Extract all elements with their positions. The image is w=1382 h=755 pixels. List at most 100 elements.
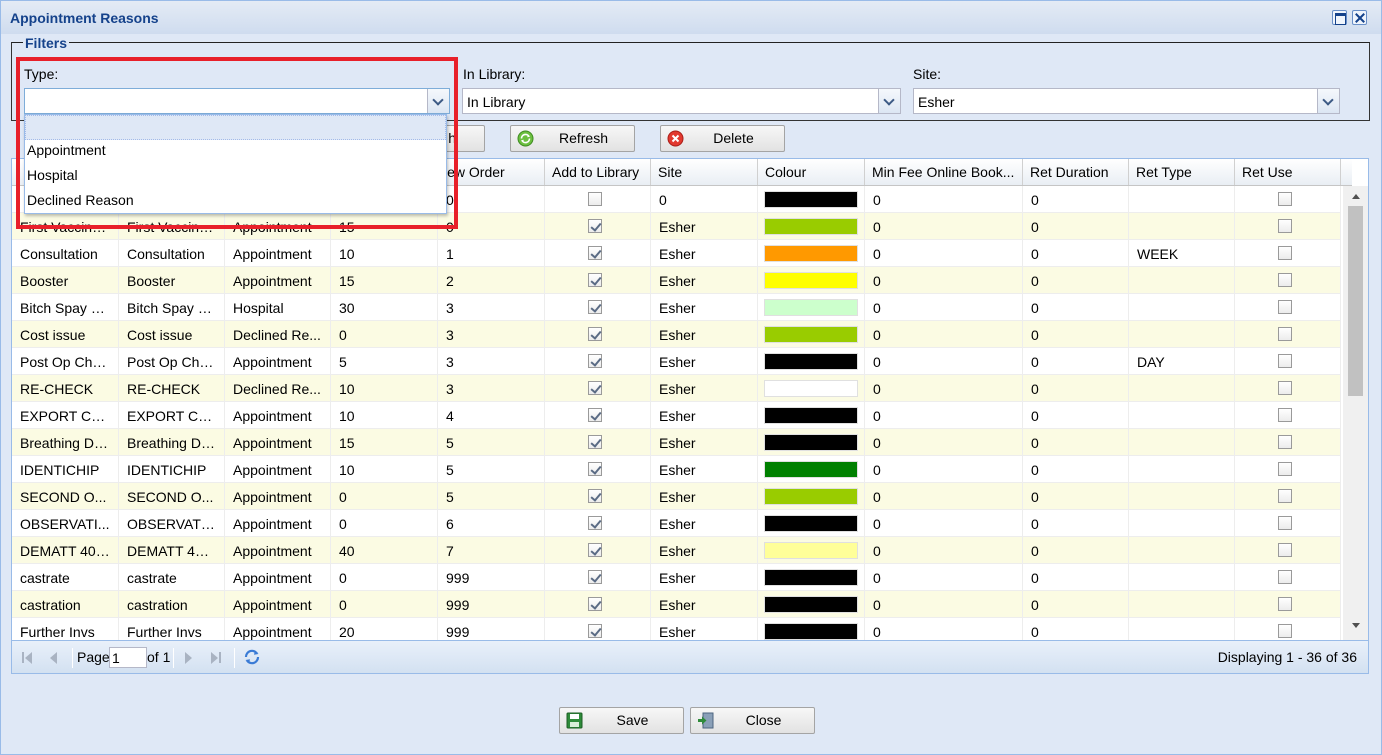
add-to-library-checkbox[interactable] xyxy=(588,246,602,260)
add-to-library-checkbox[interactable] xyxy=(588,219,602,233)
cell-type: Appointment xyxy=(225,240,331,267)
prev-page-icon[interactable] xyxy=(47,651,61,665)
ret-use-checkbox[interactable] xyxy=(1278,624,1292,638)
cell-name: Post Op Check xyxy=(12,348,119,375)
chevron-down-icon[interactable] xyxy=(1317,89,1339,113)
cell-lib xyxy=(545,483,651,510)
cell-minfee: 0 xyxy=(865,240,1023,267)
col-header-min-fee[interactable]: Min Fee Online Book... xyxy=(865,159,1023,185)
reload-icon[interactable] xyxy=(243,648,261,666)
add-to-library-checkbox[interactable] xyxy=(588,462,602,476)
table-row[interactable]: Consultation Consultation Appointment 10 1 Es… xyxy=(12,240,1341,267)
col-header-ret-duration[interactable]: Ret Duration xyxy=(1023,159,1129,185)
col-header-ret-use[interactable]: Ret Use xyxy=(1235,159,1341,185)
col-header-colour[interactable]: Colour xyxy=(758,159,865,185)
table-row[interactable]: Bitch Spay <... Bitch Spay <... Hospital 30… xyxy=(12,294,1341,321)
page-number-input[interactable] xyxy=(109,647,147,668)
cell-retdur: 0 xyxy=(1023,429,1129,456)
add-to-library-checkbox[interactable] xyxy=(588,597,602,611)
ret-use-checkbox[interactable] xyxy=(1278,408,1292,422)
add-to-library-checkbox[interactable] xyxy=(588,273,602,287)
add-to-library-checkbox[interactable] xyxy=(588,489,602,503)
ret-use-checkbox[interactable] xyxy=(1278,246,1292,260)
ret-use-checkbox[interactable] xyxy=(1278,273,1292,287)
scroll-up-icon[interactable] xyxy=(1352,194,1360,199)
ret-use-checkbox[interactable] xyxy=(1278,381,1292,395)
col-header-view-order[interactable]: iew Order xyxy=(438,159,545,185)
add-to-library-checkbox[interactable] xyxy=(588,381,602,395)
table-row[interactable]: Post Op Check Post Op Check Appointment 5 3 E… xyxy=(12,348,1341,375)
add-to-library-checkbox[interactable] xyxy=(588,516,602,530)
ret-use-checkbox[interactable] xyxy=(1278,516,1292,530)
next-page-icon[interactable] xyxy=(182,651,196,665)
cell-rettype xyxy=(1129,213,1235,240)
ret-use-checkbox[interactable] xyxy=(1278,327,1292,341)
ret-use-checkbox[interactable] xyxy=(1278,462,1292,476)
col-header-ret-type[interactable]: Ret Type xyxy=(1129,159,1235,185)
cell-colour xyxy=(758,348,865,375)
type-option-hospital[interactable]: Hospital xyxy=(25,164,446,189)
table-row[interactable]: DEMATT 40 ... DEMATT 40 ... Appointment 40 7… xyxy=(12,537,1341,564)
grid-scrollbar[interactable] xyxy=(1343,186,1368,640)
cell-duration: 15 xyxy=(331,429,438,456)
table-row[interactable]: Booster Booster Appointment 15 2 Esher 0 0 xyxy=(12,267,1341,294)
table-row[interactable]: castrate castrate Appointment 0 999 Esher 0 0 xyxy=(12,564,1341,591)
in-library-combo[interactable]: In Library xyxy=(462,88,901,114)
close-button[interactable]: Close xyxy=(690,707,815,734)
cell-duration: 0 xyxy=(331,591,438,618)
close-window-icon[interactable] xyxy=(1352,10,1367,25)
cell-order: 999 xyxy=(438,618,545,640)
ret-use-checkbox[interactable] xyxy=(1278,435,1292,449)
delete-button[interactable]: Delete xyxy=(660,125,785,152)
cell-desc: Booster xyxy=(119,267,225,294)
ret-use-checkbox[interactable] xyxy=(1278,597,1292,611)
table-row[interactable]: SECOND O... SECOND O... Appointment 0 5 Esher… xyxy=(12,483,1341,510)
col-header-add-to-library[interactable]: Add to Library xyxy=(545,159,651,185)
table-row[interactable]: First Vaccina... First Vaccina... Appointm… xyxy=(12,213,1341,240)
scroll-thumb[interactable] xyxy=(1348,206,1363,396)
add-to-library-checkbox[interactable] xyxy=(588,408,602,422)
ret-use-checkbox[interactable] xyxy=(1278,354,1292,368)
last-page-icon[interactable] xyxy=(209,651,223,665)
ret-use-checkbox[interactable] xyxy=(1278,570,1292,584)
type-option-declined-reason[interactable]: Declined Reason xyxy=(25,189,446,214)
cell-lib xyxy=(545,213,651,240)
add-to-library-checkbox[interactable] xyxy=(588,570,602,584)
add-to-library-checkbox[interactable] xyxy=(588,543,602,557)
cell-rettype xyxy=(1129,456,1235,483)
add-to-library-checkbox[interactable] xyxy=(588,354,602,368)
table-row[interactable]: Breathing Dif... Breathing Dif... Appointm… xyxy=(12,429,1341,456)
table-row[interactable]: RE-CHECK RE-CHECK Declined Re... 10 3 Esher 0 0 xyxy=(12,375,1341,402)
add-to-library-checkbox[interactable] xyxy=(588,327,602,341)
ret-use-checkbox[interactable] xyxy=(1278,192,1292,206)
add-to-library-checkbox[interactable] xyxy=(588,300,602,314)
scroll-down-icon[interactable] xyxy=(1352,623,1360,628)
cell-name: Further Invs xyxy=(12,618,119,640)
ret-use-checkbox[interactable] xyxy=(1278,300,1292,314)
add-to-library-checkbox[interactable] xyxy=(588,192,602,206)
col-header-site[interactable]: Site xyxy=(651,159,758,185)
refresh-button[interactable]: Refresh xyxy=(510,125,635,152)
type-option-appointment[interactable]: Appointment xyxy=(25,139,446,164)
table-row[interactable]: IDENTICHIP IDENTICHIP Appointment 10 5 Esher 0… xyxy=(12,456,1341,483)
cell-minfee: 0 xyxy=(865,294,1023,321)
ret-use-checkbox[interactable] xyxy=(1278,219,1292,233)
add-to-library-checkbox[interactable] xyxy=(588,624,602,638)
cell-order: 999 xyxy=(438,564,545,591)
add-to-library-checkbox[interactable] xyxy=(588,435,602,449)
table-row[interactable]: OBSERVATI... OBSERVATI... Appointment 0 6 Esh… xyxy=(12,510,1341,537)
table-row[interactable]: castration castration Appointment 0 999 Esher… xyxy=(12,591,1341,618)
ret-use-checkbox[interactable] xyxy=(1278,543,1292,557)
type-option-blank[interactable] xyxy=(25,115,446,140)
chevron-down-icon[interactable] xyxy=(427,89,449,113)
save-button[interactable]: Save xyxy=(559,707,684,734)
table-row[interactable]: Further Invs Further Invs Appointment 20 999… xyxy=(12,618,1341,640)
type-combo[interactable] xyxy=(24,88,450,114)
site-combo[interactable]: Esher xyxy=(913,88,1340,114)
first-page-icon[interactable] xyxy=(21,651,35,665)
chevron-down-icon[interactable] xyxy=(878,89,900,113)
maximize-icon[interactable] xyxy=(1332,10,1347,25)
table-row[interactable]: Cost issue Cost issue Declined Re... 0 3 Eshe… xyxy=(12,321,1341,348)
ret-use-checkbox[interactable] xyxy=(1278,489,1292,503)
table-row[interactable]: EXPORT CE... EXPORT CE... Appointment 10 4 Es… xyxy=(12,402,1341,429)
